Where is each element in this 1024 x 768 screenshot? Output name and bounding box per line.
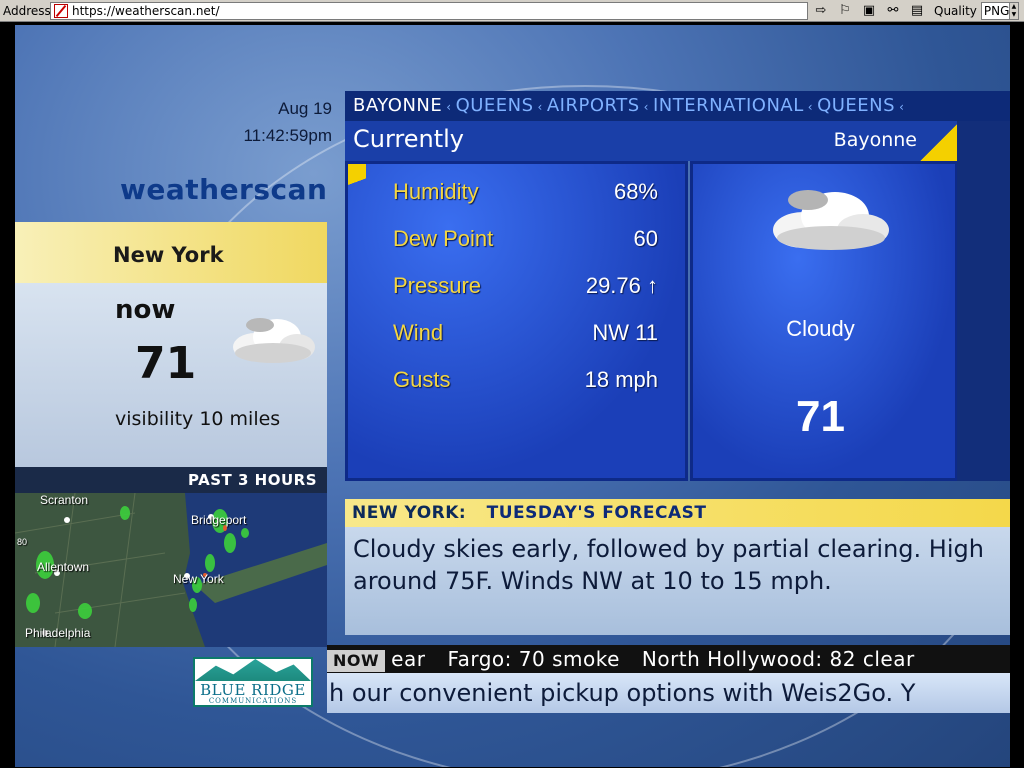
obs-value: NW 11 (592, 320, 658, 345)
forecast-city: NEW YORK: (352, 503, 467, 523)
sponsor-logo: BLUE RIDGE COMMUNICATIONS (193, 657, 313, 707)
chevron-left-icon: ‹ (446, 100, 452, 114)
radar-label: Allentown (37, 560, 90, 574)
weatherscan-screen: Aug 19 11:42:59pm weatherscan New York n… (15, 25, 1010, 767)
radar-label: Scranton (40, 493, 89, 507)
date-text: Aug 19 (278, 99, 332, 118)
obs-value: 60 (633, 226, 658, 251)
clipboard-icon[interactable]: ▤ (906, 2, 928, 20)
cloud-icon (773, 190, 889, 250)
yellow-corner-accent (348, 164, 366, 204)
breadcrumb-item-queens-2: QUEENS (817, 95, 896, 116)
currently-title: Currently (353, 125, 465, 153)
obs-row-humidity: Humidity 68% (393, 179, 658, 209)
chevron-left-icon: ‹ (537, 100, 543, 114)
radar-label: 80 (17, 537, 28, 547)
favicon-icon (54, 3, 68, 18)
save-icon[interactable]: ▣ (858, 2, 880, 20)
time-text: 11:42:59pm (243, 126, 332, 145)
mountain-icon (195, 659, 311, 681)
ticker-item: ear (391, 647, 426, 671)
now-panel: now 71 visibility 10 miles (15, 283, 327, 467)
currently-header: Currently Bayonne (345, 121, 957, 211)
visibility-text: visibility 10 miles (115, 408, 281, 430)
format-select[interactable]: PNG ▲ ▼ (980, 1, 1019, 20)
radar-label: New York (173, 572, 224, 586)
obs-value: 18 mph (584, 367, 658, 392)
breadcrumb-item-international: INTERNATIONAL (652, 95, 804, 116)
conditions-ticker: NOW ear Fargo: 70 smoke North Hollywood: 82… (327, 645, 1010, 673)
radar-label: Bridgeport (191, 513, 247, 527)
sponsor-subtitle: COMMUNICATIONS (208, 697, 298, 705)
format-value: PNG (983, 3, 1010, 18)
binoculars-icon[interactable]: ⚯ (882, 2, 904, 20)
breadcrumb-item-queens: QUEENS (455, 95, 534, 116)
ticker-item: Fargo: 70 smoke (447, 647, 620, 671)
obs-label: Gusts (393, 367, 451, 392)
cloud-icon (233, 318, 315, 363)
obs-row-gusts: Gusts 18 mph (393, 367, 658, 397)
obs-value: 29.76 ↑ (585, 273, 658, 298)
now-tag: NOW (327, 649, 386, 672)
forecast-day: TUESDAY'S FORECAST (486, 503, 707, 523)
address-field[interactable]: https://weatherscan.net/ (50, 1, 808, 20)
address-label: Address (3, 3, 51, 18)
bookmark-icon[interactable]: ⚐ (834, 2, 856, 20)
go-arrow-icon[interactable]: ⇨ (810, 2, 832, 20)
viewport: Aug 19 11:42:59pm weatherscan New York n… (0, 22, 1024, 768)
quality-label: Quality (934, 3, 977, 18)
url-text: https://weatherscan.net/ (72, 3, 220, 18)
obs-value: 68% (613, 179, 658, 204)
obs-row-pressure: Pressure 29.76 ↑ (393, 273, 658, 303)
ad-ticker: h our convenient pickup options with Wei… (327, 673, 1010, 713)
obs-label: Wind (393, 320, 444, 345)
breadcrumb-item-bayonne: BAYONNE (353, 95, 443, 116)
chevron-left-icon: ‹ (807, 100, 814, 114)
obs-row-dew-point: Dew Point 60 (393, 226, 658, 256)
brand-logo: weatherscan (120, 173, 328, 206)
breadcrumb: BAYONNE ‹ QUEENS ‹ AIRPORTS ‹ INTERNATIONAL ‹ QU… (345, 91, 1010, 121)
forecast-text: Cloudy skies early, followed by partial … (345, 527, 1010, 635)
date-time: Aug 19 11:42:59pm (215, 95, 332, 149)
current-temperature: 71 (796, 392, 845, 441)
radar-map: Scranton Bridgeport Allentown New York P… (15, 493, 327, 647)
observations-panel: Humidity 68% Dew Point 60 Pressure 29.76… (345, 161, 688, 481)
right-strip (957, 121, 1010, 481)
radar-title: PAST 3 HOURS (15, 467, 327, 493)
obs-row-wind: Wind NW 11 (393, 320, 658, 350)
forecast-header: NEW YORK: TUESDAY'S FORECAST (345, 499, 1010, 527)
breadcrumb-item-airports: AIRPORTS (546, 95, 640, 116)
radar-label: Philadelphia (25, 626, 91, 640)
chevron-left-icon: ‹ (899, 100, 905, 114)
city-banner: New York (15, 222, 327, 283)
now-temperature: 71 (135, 338, 197, 389)
spinner-icon[interactable]: ▲ ▼ (1008, 2, 1018, 19)
ticker-item: North Hollywood: 82 clear (641, 647, 915, 671)
obs-label: Pressure (393, 273, 482, 298)
now-label: now (115, 295, 176, 325)
obs-label: Dew Point (393, 226, 494, 251)
obs-label: Humidity (393, 179, 479, 204)
condition-text: Cloudy (786, 316, 855, 341)
chevron-left-icon: ‹ (643, 100, 649, 114)
conditions-panel: Cloudy 71 (690, 161, 958, 481)
browser-toolbar: Address https://weatherscan.net/ ⇨ ⚐ ▣ ⚯… (0, 0, 1024, 22)
